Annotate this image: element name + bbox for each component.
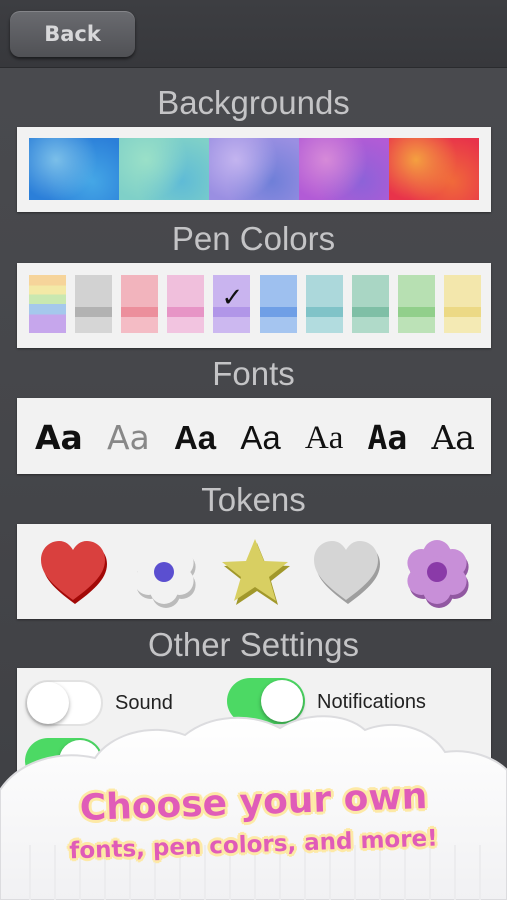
sound-label: Sound — [115, 692, 173, 714]
pen-colors-panel: ✓ — [17, 263, 491, 348]
pen-color-blue[interactable] — [259, 275, 297, 333]
pen-color-yellow[interactable] — [443, 275, 481, 333]
flower-petals — [134, 540, 196, 608]
fonts-row: Aa Aa Aa Aa Aa Aa Aa — [35, 416, 475, 460]
top-bar: Back — [0, 0, 507, 68]
fonts-heading: Fonts — [212, 355, 295, 392]
notifications-toggle-knob — [261, 680, 303, 722]
sound-toggle-knob — [27, 682, 69, 724]
background-swatch-watercolor-blue[interactable] — [29, 138, 119, 200]
font-option-2[interactable]: Aa — [107, 416, 150, 460]
third-setting-toggle[interactable] — [25, 738, 103, 784]
fonts-panel: Aa Aa Aa Aa Aa Aa Aa — [17, 398, 491, 474]
token-white-flower-icon[interactable] — [128, 536, 200, 608]
pen-colors-heading: Pen Colors — [171, 220, 336, 257]
tokens-panel — [17, 524, 491, 619]
back-button[interactable]: Back — [10, 11, 135, 57]
pen-color-gray[interactable] — [75, 275, 113, 333]
font-option-3[interactable]: Aa — [174, 416, 216, 460]
backgrounds-heading: Backgrounds — [157, 84, 350, 121]
background-swatch-watercolor-aqua[interactable] — [119, 138, 209, 200]
font-option-6[interactable]: Aa — [368, 416, 408, 460]
token-yellow-star-icon[interactable] — [219, 536, 291, 608]
font-option-5[interactable]: Aa — [305, 416, 343, 460]
flower-petals — [407, 540, 469, 608]
pen-color-pink[interactable] — [121, 275, 159, 333]
third-setting-toggle-knob — [59, 740, 101, 782]
token-face — [41, 541, 105, 600]
font-option-7[interactable]: Aa — [431, 416, 475, 460]
background-swatch-watercolor-purple[interactable] — [299, 138, 389, 200]
pen-colors-row: ✓ — [29, 275, 481, 335]
background-swatch-watercolor-red-orange[interactable] — [389, 138, 479, 200]
flower-center — [427, 562, 447, 582]
background-swatch-watercolor-violet[interactable] — [209, 138, 299, 200]
token-face — [314, 541, 378, 600]
font-option-1[interactable]: Aa — [35, 416, 83, 460]
sound-toggle[interactable] — [25, 680, 103, 726]
pen-color-lavender[interactable]: ✓ — [213, 275, 251, 333]
pen-color-light-pink[interactable] — [167, 275, 205, 333]
pen-color-green[interactable] — [351, 275, 389, 333]
other-settings-heading: Other Settings — [148, 626, 359, 663]
notifications-label: Notifications — [317, 691, 426, 713]
token-gray-heart-icon[interactable] — [310, 536, 382, 608]
font-option-4[interactable]: Aa — [240, 416, 280, 460]
backgrounds-row — [29, 138, 479, 200]
tokens-row — [37, 536, 473, 608]
token-purple-flower-icon[interactable] — [401, 536, 473, 608]
flower-center — [154, 562, 174, 582]
tokens-heading: Tokens — [201, 481, 306, 518]
token-red-heart-icon[interactable] — [37, 536, 109, 608]
other-settings-panel: Sound Notifications — [17, 668, 491, 900]
pen-color-light-green[interactable] — [397, 275, 435, 333]
notifications-toggle[interactable] — [227, 678, 305, 724]
pen-color-teal[interactable] — [305, 275, 343, 333]
pen-color-rainbow[interactable] — [29, 275, 66, 333]
backgrounds-panel — [17, 127, 491, 212]
selected-checkmark-icon: ✓ — [221, 283, 244, 313]
